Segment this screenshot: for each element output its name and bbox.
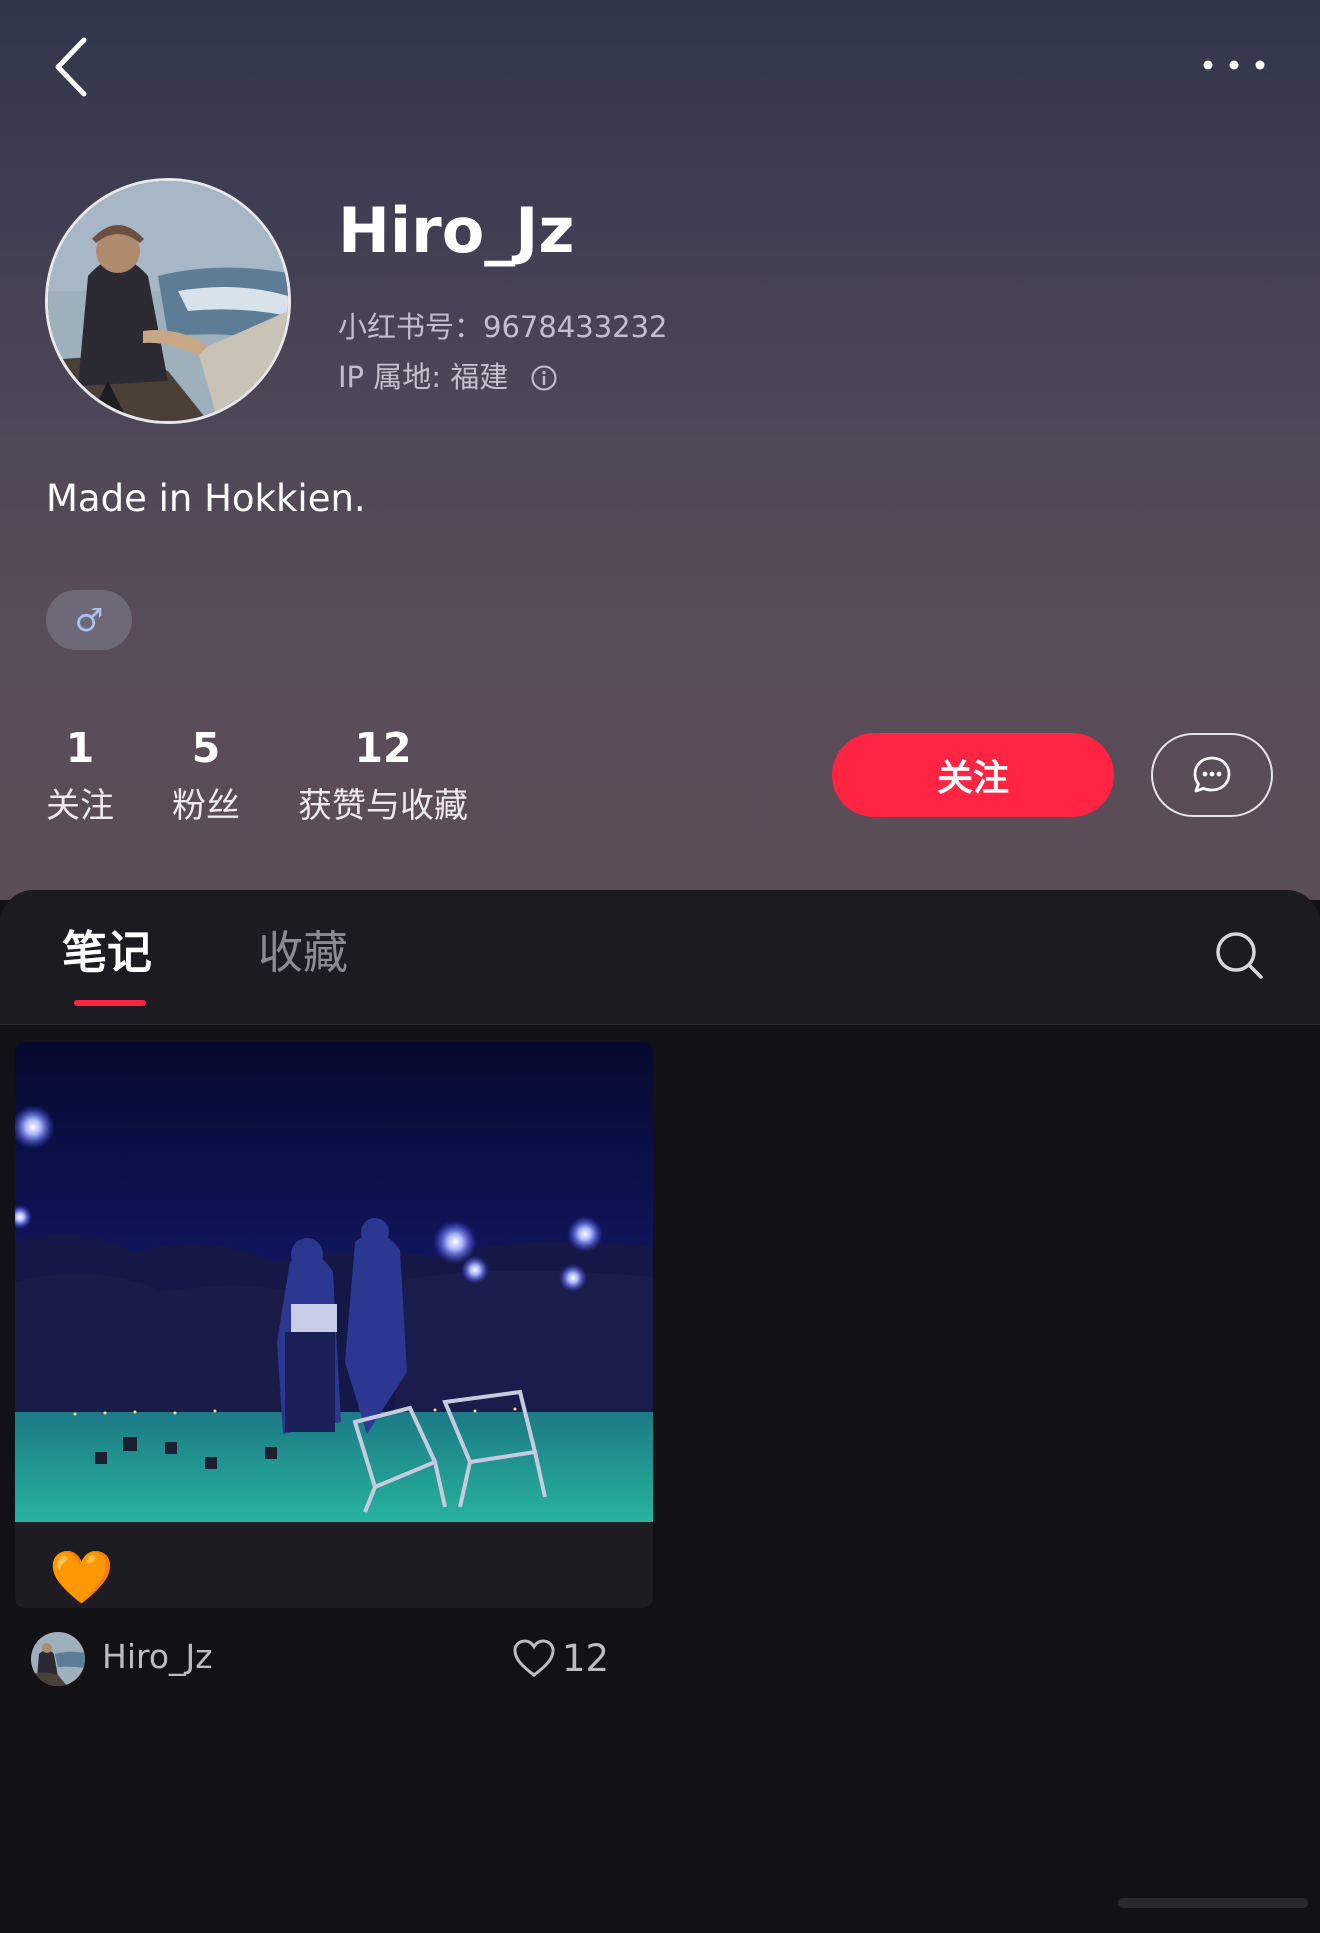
search-button[interactable] (1212, 928, 1266, 982)
back-chevron-icon (55, 37, 87, 97)
note-title: 🧡 (49, 1548, 114, 1608)
username: Hiro_Jz (338, 194, 575, 267)
note-author-avatar[interactable] (31, 1632, 85, 1686)
active-tab-indicator (74, 1000, 146, 1006)
stat-label: 粉丝 (172, 786, 240, 826)
like-count: 12 (562, 1637, 610, 1680)
avatar[interactable] (45, 178, 291, 424)
home-indicator (1118, 1898, 1308, 1908)
heart-outline-icon (513, 1639, 555, 1677)
follow-button[interactable]: 关注 (832, 733, 1114, 817)
back-button[interactable] (48, 32, 98, 102)
message-button[interactable] (1151, 733, 1273, 817)
stat-label: 获赞与收藏 (298, 786, 468, 826)
male-icon: ♂ (74, 601, 104, 639)
stat-value: 1 (65, 724, 95, 772)
info-icon[interactable] (530, 364, 558, 392)
stat-value: 5 (191, 724, 221, 772)
stat-label: 关注 (46, 786, 114, 826)
stat-likes-and-saves[interactable]: 12 获赞与收藏 (298, 724, 468, 826)
stat-following[interactable]: 1 关注 (46, 724, 114, 826)
tab-notes[interactable]: 笔记 (62, 930, 152, 975)
note-cover-image (15, 1042, 653, 1522)
stat-value: 12 (354, 724, 412, 772)
search-icon (1216, 932, 1263, 979)
more-dots-icon (1203, 60, 1265, 70)
tab-bar: 笔记 收藏 (0, 890, 1320, 1025)
stat-followers[interactable]: 5 粉丝 (172, 724, 240, 826)
redbook-id: 小红书号：9678433232 (338, 310, 668, 344)
more-options-button[interactable] (1190, 48, 1270, 82)
like-button[interactable] (512, 1638, 556, 1678)
ip-location-row: IP 属地: 福建 (338, 363, 558, 392)
bio: Made in Hokkien. (46, 477, 366, 520)
content-panel: 笔记 收藏 🧡 Hiro_Jz 12 (0, 890, 1320, 1933)
note-card[interactable]: 🧡 (15, 1042, 653, 1608)
note-author-name: Hiro_Jz (102, 1637, 213, 1676)
ip-location: IP 属地: 福建 (338, 360, 509, 394)
tab-collections[interactable]: 收藏 (258, 930, 348, 975)
profile-header: Hiro_Jz 小红书号：9678433232 IP 属地: 福建 Made i… (0, 0, 1320, 900)
gender-badge: ♂ (46, 590, 132, 650)
chat-bubble-icon (1193, 756, 1231, 793)
